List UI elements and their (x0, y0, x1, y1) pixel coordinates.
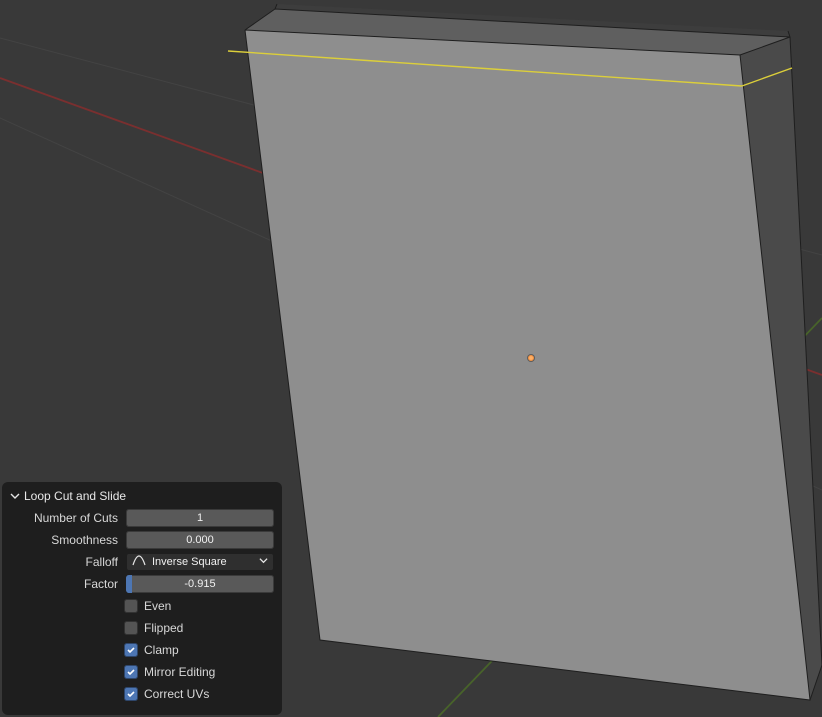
factor-label: Factor (10, 577, 120, 591)
operator-panel-title: Loop Cut and Slide (24, 489, 126, 503)
even-label: Even (144, 599, 171, 613)
clamp-label: Clamp (144, 643, 179, 657)
number-of-cuts-label: Number of Cuts (10, 511, 120, 525)
smoothness-label: Smoothness (10, 533, 120, 547)
falloff-curve-icon (132, 555, 146, 570)
pivot-point-icon (528, 355, 534, 361)
clamp-checkbox[interactable] (124, 643, 138, 657)
mesh-object (228, 4, 822, 700)
falloff-dropdown[interactable]: Inverse Square (126, 553, 274, 571)
flipped-label: Flipped (144, 621, 183, 635)
flipped-checkbox[interactable] (124, 621, 138, 635)
mirror-editing-label: Mirror Editing (144, 665, 215, 679)
number-of-cuts-field[interactable]: 1 (126, 509, 274, 527)
factor-field[interactable]: -0.915 (126, 575, 274, 593)
operator-panel: Loop Cut and Slide Number of Cuts 1 Smoo… (2, 482, 282, 715)
operator-panel-header[interactable]: Loop Cut and Slide (10, 487, 274, 509)
smoothness-field[interactable]: 0.000 (126, 531, 274, 549)
correct-uvs-checkbox[interactable] (124, 687, 138, 701)
correct-uvs-label: Correct UVs (144, 687, 209, 701)
falloff-label: Falloff (10, 555, 120, 569)
mirror-editing-checkbox[interactable] (124, 665, 138, 679)
chevron-down-icon (10, 491, 20, 501)
even-checkbox[interactable] (124, 599, 138, 613)
chevron-down-icon (259, 556, 268, 568)
